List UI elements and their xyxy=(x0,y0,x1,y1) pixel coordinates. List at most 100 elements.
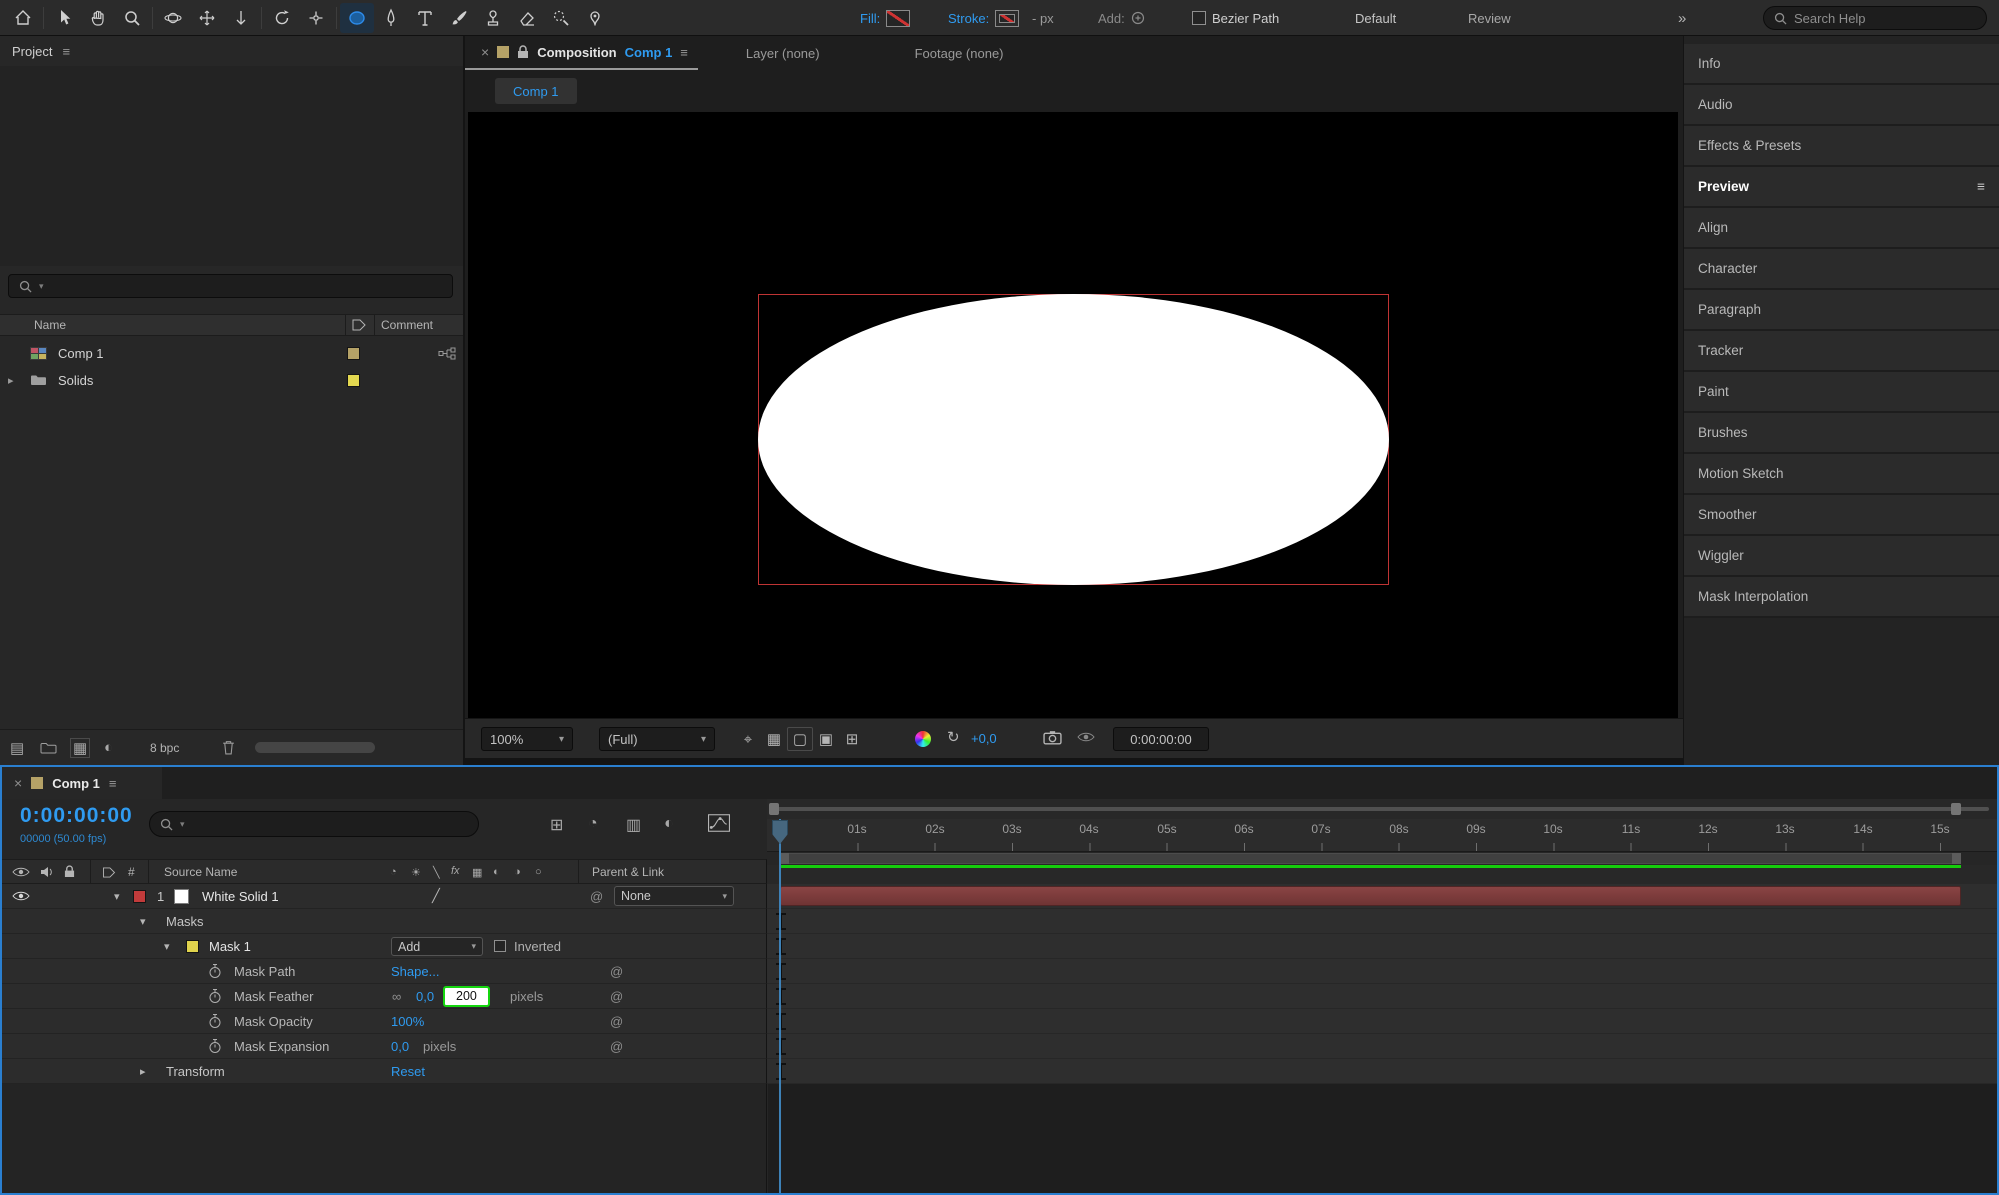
layer-twirl-icon[interactable]: ▾ xyxy=(114,884,120,908)
work-area-bar[interactable] xyxy=(780,853,1961,864)
workspace-overflow-chevron[interactable]: » xyxy=(1678,0,1686,36)
quality-switch-icon[interactable]: ╲ xyxy=(433,866,440,879)
source-name-column-header[interactable]: Source Name xyxy=(164,865,237,879)
project-item-name[interactable]: Comp 1 xyxy=(58,346,104,361)
frame-info[interactable]: 00000 (50.00 fps) xyxy=(20,833,106,845)
motion-blur-switch-icon[interactable]: ◐ xyxy=(493,866,500,878)
mask1-row[interactable]: ▾ Mask 1 Add ▾ Inverted xyxy=(2,934,1997,959)
property-label[interactable]: Mask Opacity xyxy=(234,1009,313,1033)
navigator-end-handle[interactable] xyxy=(1951,803,1961,815)
layer-viewer-tab[interactable]: Layer (none) xyxy=(746,46,820,61)
property-pickwhip-icon[interactable]: @ xyxy=(610,1009,623,1033)
reset-exposure-icon[interactable]: ↻ xyxy=(947,728,960,746)
pan-behind-tool-button[interactable] xyxy=(299,3,333,33)
panel-menu-icon[interactable]: ≡ xyxy=(109,776,117,791)
solids-label-chip[interactable] xyxy=(347,373,360,387)
ellipse-mask-shape[interactable] xyxy=(758,294,1389,585)
panel-tab-smoother[interactable]: Smoother xyxy=(1684,495,1999,536)
mask-inverted-checkbox[interactable] xyxy=(494,934,506,958)
panel-menu-icon[interactable]: ≡ xyxy=(680,45,688,60)
bezier-path-control[interactable]: Bezier Path xyxy=(1192,0,1279,36)
collapse-switch-icon[interactable]: ☀ xyxy=(411,866,421,879)
property-label[interactable]: Mask Expansion xyxy=(234,1034,329,1058)
layer-name[interactable]: White Solid 1 xyxy=(202,884,279,908)
project-panel-header[interactable]: Project ≡ xyxy=(0,36,463,66)
property-pickwhip-icon[interactable]: @ xyxy=(610,959,623,983)
group-twirl-icon[interactable]: ▾ xyxy=(140,909,146,933)
mask-expansion-row[interactable]: Mask Expansion 0,0 pixels @ xyxy=(2,1034,1997,1059)
panel-tab-preview[interactable]: Preview ≡ xyxy=(1684,167,1999,208)
exposure-value[interactable]: +0,0 xyxy=(971,731,997,746)
mini-flowchart-icon[interactable]: ⊞ xyxy=(550,815,563,835)
pan-camera-tool-button[interactable] xyxy=(190,3,224,33)
threed-switch-icon[interactable]: ○ xyxy=(535,866,542,878)
panel-tab-wiggler[interactable]: Wiggler xyxy=(1684,536,1999,577)
transparency-grid-icon[interactable]: ▦ xyxy=(761,727,787,751)
shy-switch-icon[interactable]: ◔ xyxy=(390,866,397,878)
clone-stamp-tool-button[interactable] xyxy=(476,3,510,33)
panel-tab-motion-sketch[interactable]: Motion Sketch xyxy=(1684,454,1999,495)
mask-visibility-icon[interactable]: ▢ xyxy=(787,727,813,751)
mask-name[interactable]: Mask 1 xyxy=(209,934,251,958)
parent-pickwhip-icon[interactable]: @ xyxy=(590,884,603,908)
timeline-comp-tab[interactable]: × Comp 1 ≡ xyxy=(2,767,162,799)
property-pickwhip-icon[interactable]: @ xyxy=(610,984,623,1008)
stopwatch-icon[interactable] xyxy=(208,984,222,1008)
adjustment-layer-switch-icon[interactable]: ◑ xyxy=(514,866,521,878)
comp-selector-tab[interactable]: Comp 1 xyxy=(495,78,577,104)
mask-inverted-label[interactable]: Inverted xyxy=(514,934,561,958)
composition-tab[interactable]: × Composition Comp 1 ≡ xyxy=(465,36,698,70)
brush-tool-button[interactable] xyxy=(442,3,476,33)
mask-feather-y-value[interactable]: 200 xyxy=(443,985,490,1007)
viewer-tab-comp-name[interactable]: Comp 1 xyxy=(625,45,673,60)
puppet-pin-tool-button[interactable] xyxy=(578,3,612,33)
panel-tab-character[interactable]: Character xyxy=(1684,249,1999,290)
mask-twirl-icon[interactable]: ▾ xyxy=(164,934,170,958)
property-pickwhip-icon[interactable]: @ xyxy=(610,1034,623,1058)
panel-tab-align[interactable]: Align xyxy=(1684,208,1999,249)
navigator-start-handle[interactable] xyxy=(769,803,779,815)
region-of-interest-icon[interactable]: ⌖ xyxy=(735,727,761,751)
timeline-search-input[interactable]: ▾ xyxy=(149,811,479,837)
transform-group-label[interactable]: Transform xyxy=(166,1059,225,1083)
fx-switch-icon[interactable]: fx xyxy=(451,865,460,877)
mask-feather-y-input[interactable]: 200 xyxy=(443,984,490,1008)
layer-quality-switch[interactable]: ╱ xyxy=(432,884,440,908)
frame-blend-icon[interactable]: ▥ xyxy=(626,815,641,835)
type-tool-button[interactable] xyxy=(408,3,442,33)
footage-viewer-tab[interactable]: Footage (none) xyxy=(915,46,1004,61)
layer-label-chip[interactable] xyxy=(133,884,146,908)
time-navigator-track[interactable] xyxy=(771,807,1989,811)
horizontal-scrollbar[interactable] xyxy=(255,742,375,753)
project-item-solids[interactable]: ▸ Solids xyxy=(0,367,463,393)
label-column-icon[interactable] xyxy=(352,319,366,331)
ellipse-tool-button[interactable] xyxy=(340,2,374,33)
video-column-icon[interactable] xyxy=(12,866,30,878)
property-label[interactable]: Mask Path xyxy=(234,959,295,983)
selection-tool-button[interactable] xyxy=(47,3,81,33)
add-circle-icon[interactable] xyxy=(1131,11,1145,25)
transform-reset-link[interactable]: Reset xyxy=(391,1059,425,1083)
viewer-tab-title[interactable]: Composition xyxy=(537,45,616,60)
composition-viewport[interactable] xyxy=(468,112,1678,718)
panel-menu-icon[interactable]: ≡ xyxy=(1977,179,1985,194)
rotate-tool-button[interactable] xyxy=(265,3,299,33)
playhead-line[interactable] xyxy=(779,819,781,1193)
panel-tab-paragraph[interactable]: Paragraph xyxy=(1684,290,1999,331)
name-column-header[interactable]: Name xyxy=(34,318,66,332)
project-columns-header[interactable]: Name Comment xyxy=(0,314,463,336)
stroke-width-value[interactable]: - px xyxy=(1032,0,1054,36)
mask-path-value[interactable]: Shape... xyxy=(391,959,439,983)
panel-tab-paint[interactable]: Paint xyxy=(1684,372,1999,413)
trash-icon[interactable] xyxy=(222,740,235,755)
work-area-start-handle[interactable] xyxy=(780,853,789,864)
home-tool-button[interactable] xyxy=(6,3,40,33)
comment-column-header[interactable]: Comment xyxy=(381,318,433,332)
lock-column-icon[interactable] xyxy=(64,865,75,878)
zoom-tool-button[interactable] xyxy=(115,3,149,33)
new-folder-icon[interactable] xyxy=(40,742,57,754)
masks-group-row[interactable]: ▾ Masks xyxy=(2,909,1997,934)
mask-path-row[interactable]: Mask Path Shape... @ xyxy=(2,959,1997,984)
layer-duration-bar[interactable] xyxy=(780,886,1961,906)
panel-tab-brushes[interactable]: Brushes xyxy=(1684,413,1999,454)
